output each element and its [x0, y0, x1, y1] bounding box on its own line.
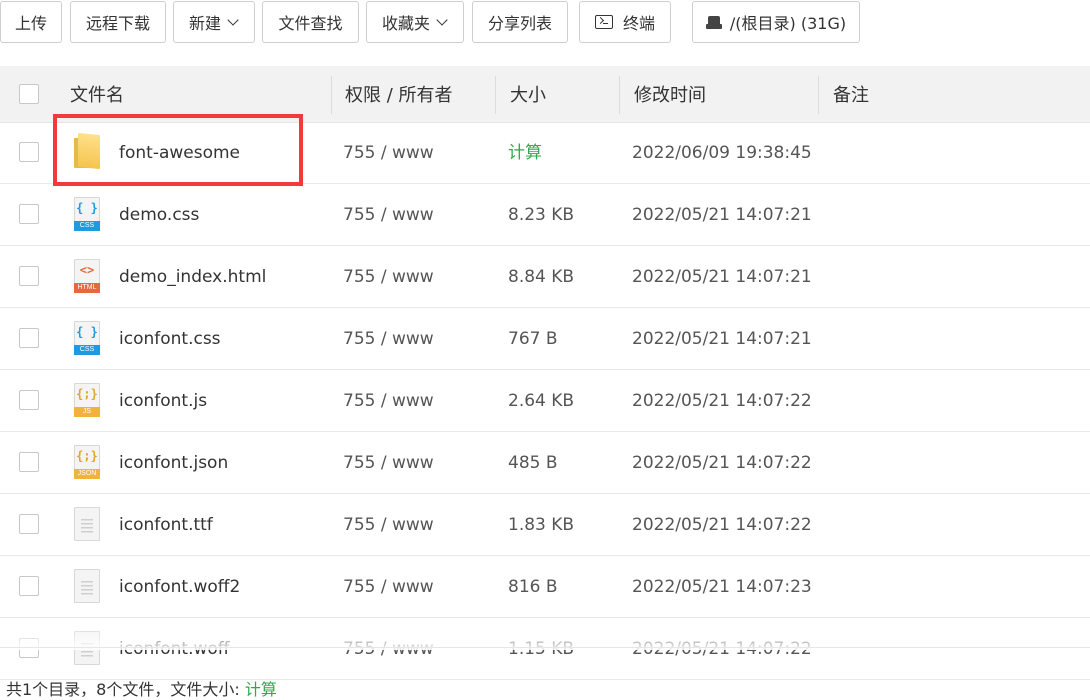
modified-time: 2022/05/21 14:07:22: [632, 391, 812, 411]
file-size: 816 B: [508, 577, 558, 597]
table-row[interactable]: {;} JSON iconfont.json 755 / www 485 B 2022/0…: [0, 432, 1090, 494]
css-file-icon: { } CSS: [74, 197, 100, 231]
table-row[interactable]: {;} JS iconfont.js 755 / www 2.64 KB 2022/05/…: [0, 370, 1090, 432]
permissions-owner[interactable]: 755 / www: [343, 267, 434, 287]
permissions-owner[interactable]: 755 / www: [343, 577, 434, 597]
row-checkbox[interactable]: [19, 390, 39, 410]
select-all-checkbox[interactable]: [19, 84, 39, 104]
calculate-size-link[interactable]: 计算: [508, 143, 542, 163]
row-checkbox[interactable]: [19, 266, 39, 286]
json-file-icon: {;} JSON: [74, 445, 100, 479]
file-name-link[interactable]: demo_index.html: [119, 267, 266, 287]
column-header-permissions[interactable]: 权限 / 所有者: [345, 66, 453, 122]
disk-selector-button[interactable]: /(根目录) (31G): [692, 1, 860, 43]
upload-button[interactable]: 上传: [0, 1, 62, 43]
row-checkbox[interactable]: [19, 576, 39, 596]
permissions-owner[interactable]: 755 / www: [343, 453, 434, 473]
footer-divider: [0, 647, 1090, 648]
column-divider: [818, 76, 819, 114]
generic-file-icon: [74, 569, 100, 603]
file-size: 8.23 KB: [508, 205, 575, 225]
highlight-box: [53, 114, 303, 186]
modified-time: 2022/05/21 14:07:21: [632, 329, 812, 349]
permissions-owner[interactable]: 755 / www: [343, 329, 434, 349]
file-size: 1.83 KB: [508, 515, 575, 535]
file-size: 8.84 KB: [508, 267, 575, 287]
file-search-button[interactable]: 文件查找: [262, 1, 359, 43]
table-row[interactable]: iconfont.woff2 755 / www 816 B 2022/05/21 1…: [0, 556, 1090, 618]
terminal-icon: [594, 15, 613, 29]
share-list-button[interactable]: 分享列表: [472, 1, 568, 43]
css-file-icon: { } CSS: [74, 321, 100, 355]
new-dropdown-button[interactable]: 新建: [173, 1, 255, 43]
file-name-link[interactable]: demo.css: [119, 205, 199, 225]
file-name-link[interactable]: iconfont.ttf: [119, 515, 213, 535]
file-size: 2.64 KB: [508, 391, 575, 411]
file-name-link[interactable]: iconfont.json: [119, 453, 228, 473]
footer-summary: 共1个目录，8个文件，文件大小: 计算: [6, 676, 277, 700]
favorites-label: 收藏夹: [381, 14, 430, 33]
row-checkbox[interactable]: [19, 204, 39, 224]
generic-file-icon: [74, 507, 100, 541]
file-search-label: 文件查找: [278, 14, 343, 33]
permissions-owner[interactable]: 755 / www: [343, 205, 434, 225]
disk-label: /(根目录) (31G): [729, 14, 847, 33]
row-checkbox[interactable]: [19, 142, 39, 162]
table-row[interactable]: iconfont.ttf 755 / www 1.83 KB 2022/05/21 1…: [0, 494, 1090, 556]
table-row[interactable]: { } CSS iconfont.css 755 / www 767 B 2022/05/…: [0, 308, 1090, 370]
permissions-owner[interactable]: 755 / www: [343, 391, 434, 411]
file-name-link[interactable]: iconfont.js: [119, 391, 207, 411]
chevron-down-icon: [227, 13, 239, 26]
row-checkbox[interactable]: [19, 328, 39, 348]
file-size: 767 B: [508, 329, 558, 349]
favorites-dropdown-button[interactable]: 收藏夹: [366, 1, 464, 43]
remote-download-label: 远程下载: [85, 14, 150, 33]
js-file-icon: {;} JS: [74, 383, 100, 417]
terminal-button[interactable]: 终端: [579, 1, 671, 43]
upload-button-label: 上传: [14, 14, 47, 33]
modified-time: 2022/05/21 14:07:22: [632, 453, 812, 473]
column-divider: [619, 76, 620, 114]
file-name-link[interactable]: iconfont.css: [119, 329, 221, 349]
column-header-modified[interactable]: 修改时间: [634, 66, 706, 122]
footer-summary-text: 共1个目录，8个文件，文件大小:: [6, 680, 240, 699]
remote-download-button[interactable]: 远程下载: [70, 1, 166, 43]
row-checkbox[interactable]: [19, 452, 39, 472]
modified-time: 2022/05/21 14:07:22: [632, 515, 812, 535]
share-list-label: 分享列表: [487, 14, 552, 33]
modified-time: 2022/05/21 14:07:21: [632, 267, 812, 287]
terminal-label: 终端: [622, 14, 655, 33]
column-header-note: 备注: [833, 85, 869, 106]
permissions-owner[interactable]: 755 / www: [343, 515, 434, 535]
footer-calc-link[interactable]: 计算: [245, 680, 277, 699]
row-checkbox[interactable]: [19, 514, 39, 534]
chevron-down-icon: [436, 13, 448, 26]
column-divider: [331, 76, 332, 114]
html-file-icon: <> HTML: [74, 259, 100, 293]
permissions-owner[interactable]: 755 / www: [343, 143, 434, 163]
column-divider: [495, 76, 496, 114]
new-label: 新建: [188, 14, 221, 33]
column-header-size[interactable]: 大小: [510, 66, 546, 122]
table-row[interactable]: <> HTML demo_index.html 755 / www 8.84 KB 202…: [0, 246, 1090, 308]
table-row[interactable]: { } CSS demo.css 755 / www 8.23 KB 2022/05/21…: [0, 184, 1090, 246]
modified-time: 2022/05/21 14:07:23: [632, 577, 812, 597]
modified-time: 2022/05/21 14:07:21: [632, 205, 812, 225]
toolbar: 上传 远程下载 新建 文件查找 收藏夹 分享列表 终端 /(根目录) (31G): [0, 0, 1090, 60]
hard-disk-icon: [705, 15, 722, 29]
file-name-link[interactable]: iconfont.woff2: [119, 577, 240, 597]
file-size: 485 B: [508, 453, 558, 473]
modified-time: 2022/06/09 19:38:45: [632, 143, 812, 163]
